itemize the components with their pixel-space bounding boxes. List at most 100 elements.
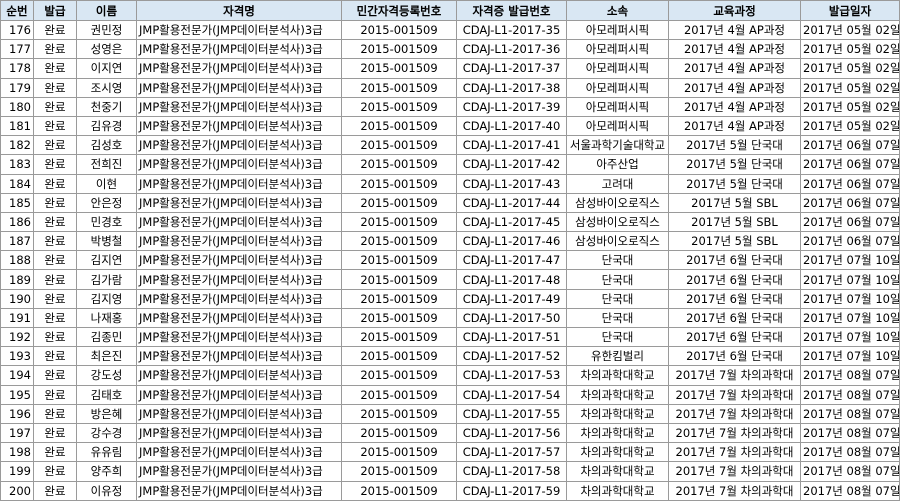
cell-issue-date: 2017년 08월 07일: [800, 480, 900, 501]
cell-affiliation: 단국대: [566, 288, 669, 309]
table-row: 182 완료 김성호 JMP활용전문가(JMP데이터분석사)3급 2015-001509…: [0, 135, 900, 156]
cell-certificate-number: CDAJ-L1-2017-41: [456, 135, 567, 156]
cell-certificate-number: CDAJ-L1-2017-35: [456, 19, 567, 41]
cell-name: 이현: [76, 173, 137, 194]
cell-issue-date: 2017년 08월 07일: [800, 403, 900, 424]
cell-issue-status: 완료: [33, 403, 77, 424]
table-row: 189 완료 김가람 JMP활용전문가(JMP데이터분석사)3급 2015-001509…: [0, 269, 900, 290]
cell-course: 2017년 7월 차의과학대: [668, 461, 801, 482]
cell-certificate-number: CDAJ-L1-2017-55: [456, 403, 567, 424]
cell-certificate-number: CDAJ-L1-2017-56: [456, 422, 567, 444]
cell-issue-date: 2017년 06월 07일: [800, 211, 900, 233]
cell-certificate-number: CDAJ-L1-2017-58: [456, 461, 567, 482]
cell-course: 2017년 7월 차의과학대: [668, 422, 801, 444]
table-row: 193 완료 최은진 JMP활용전문가(JMP데이터분석사)3급 2015-001509…: [0, 346, 900, 367]
cell-registration-number: 2015-001509: [341, 115, 457, 137]
cell-affiliation: 차의과학대학교: [566, 403, 669, 424]
cell-certificate-number: CDAJ-L1-2017-59: [456, 480, 567, 501]
cell-seq: 176: [0, 19, 34, 41]
cell-affiliation: 아모레퍼시픽: [566, 58, 669, 79]
cell-registration-number: 2015-001509: [341, 231, 457, 252]
cell-name: 김유경: [76, 115, 137, 137]
cell-certificate-name: JMP활용전문가(JMP데이터분석사)3급: [136, 269, 342, 290]
cell-certificate-name: JMP활용전문가(JMP데이터분석사)3급: [136, 39, 342, 60]
cell-certificate-name: JMP활용전문가(JMP데이터분석사)3급: [136, 461, 342, 482]
cell-course: 2017년 5월 단국대: [668, 154, 801, 175]
cell-certificate-number: CDAJ-L1-2017-36: [456, 39, 567, 60]
cell-issue-status: 완료: [33, 77, 77, 98]
cell-issue-status: 완료: [33, 269, 77, 290]
cell-seq: 187: [0, 231, 34, 252]
cell-certificate-name: JMP활용전문가(JMP데이터분석사)3급: [136, 19, 342, 41]
cell-registration-number: 2015-001509: [341, 39, 457, 60]
table-row: 200 완료 이유정 JMP활용전문가(JMP데이터분석사)3급 2015-001509…: [0, 480, 900, 501]
cell-issue-date: 2017년 08월 07일: [800, 365, 900, 386]
cell-certificate-name: JMP활용전문가(JMP데이터분석사)3급: [136, 422, 342, 444]
cell-course: 2017년 7월 차의과학대: [668, 365, 801, 386]
cell-affiliation: 아모레퍼시픽: [566, 39, 669, 60]
cell-course: 2017년 5월 단국대: [668, 135, 801, 156]
cell-name: 나재홍: [76, 307, 137, 329]
cell-certificate-name: JMP활용전문가(JMP데이터분석사)3급: [136, 384, 342, 405]
cell-seq: 179: [0, 77, 34, 98]
cell-issue-date: 2017년 07월 10일: [800, 326, 900, 348]
cell-name: 안은정: [76, 192, 137, 213]
cell-affiliation: 단국대: [566, 250, 669, 271]
cell-name: 박병철: [76, 231, 137, 252]
cell-issue-status: 완료: [33, 480, 77, 501]
cell-name: 이유정: [76, 480, 137, 501]
cell-seq: 181: [0, 115, 34, 137]
table-row: 196 완료 방은혜 JMP활용전문가(JMP데이터분석사)3급 2015-001509…: [0, 403, 900, 424]
header-certificate-name: 자격명: [136, 0, 342, 21]
cell-name: 조시영: [76, 77, 137, 98]
cell-issue-date: 2017년 07월 10일: [800, 269, 900, 290]
cell-issue-status: 완료: [33, 211, 77, 233]
header-issue-date: 발급일자: [800, 0, 900, 21]
cell-name: 김가람: [76, 269, 137, 290]
cell-certificate-name: JMP활용전문가(JMP데이터분석사)3급: [136, 480, 342, 501]
cell-issue-status: 완료: [33, 250, 77, 271]
cell-name: 최은진: [76, 346, 137, 367]
cell-issue-status: 완료: [33, 96, 77, 117]
header-seq: 순번: [0, 0, 34, 21]
cell-seq: 195: [0, 384, 34, 405]
cell-course: 2017년 7월 차의과학대: [668, 403, 801, 424]
cell-issue-status: 완료: [33, 192, 77, 213]
cell-issue-date: 2017년 06월 07일: [800, 173, 900, 194]
cell-affiliation: 아모레퍼시픽: [566, 77, 669, 98]
header-certificate-number: 자격증 발급번호: [456, 0, 567, 21]
cell-issue-date: 2017년 05월 02일: [800, 19, 900, 41]
cell-issue-date: 2017년 06월 07일: [800, 192, 900, 213]
cell-seq: 191: [0, 307, 34, 329]
cell-seq: 186: [0, 211, 34, 233]
cell-issue-status: 완료: [33, 422, 77, 444]
cell-seq: 185: [0, 192, 34, 213]
cell-registration-number: 2015-001509: [341, 403, 457, 424]
cell-affiliation: 아주산업: [566, 154, 669, 175]
cell-registration-number: 2015-001509: [341, 173, 457, 194]
cell-affiliation: 단국대: [566, 307, 669, 329]
cell-registration-number: 2015-001509: [341, 442, 457, 463]
cell-certificate-name: JMP활용전문가(JMP데이터분석사)3급: [136, 173, 342, 194]
cell-certificate-name: JMP활용전문가(JMP데이터분석사)3급: [136, 154, 342, 175]
cell-name: 이지연: [76, 58, 137, 79]
cell-certificate-name: JMP활용전문가(JMP데이터분석사)3급: [136, 135, 342, 156]
header-affiliation: 소속: [566, 0, 669, 21]
cell-certificate-name: JMP활용전문가(JMP데이터분석사)3급: [136, 58, 342, 79]
cell-name: 김성호: [76, 135, 137, 156]
cell-issue-date: 2017년 07월 10일: [800, 346, 900, 367]
table-row: 176 완료 권민정 JMP활용전문가(JMP데이터분석사)3급 2015-001509…: [0, 19, 900, 41]
cell-name: 권민정: [76, 19, 137, 41]
cell-seq: 183: [0, 154, 34, 175]
table-row: 186 완료 민경호 JMP활용전문가(JMP데이터분석사)3급 2015-001509…: [0, 211, 900, 233]
header-name: 이름: [76, 0, 137, 21]
table-row: 190 완료 김지영 JMP활용전문가(JMP데이터분석사)3급 2015-001509…: [0, 288, 900, 309]
cell-seq: 199: [0, 461, 34, 482]
cell-course: 2017년 5월 단국대: [668, 173, 801, 194]
cell-registration-number: 2015-001509: [341, 480, 457, 501]
cell-seq: 193: [0, 346, 34, 367]
cell-registration-number: 2015-001509: [341, 192, 457, 213]
cell-issue-date: 2017년 08월 07일: [800, 442, 900, 463]
cell-seq: 182: [0, 135, 34, 156]
cell-issue-status: 완료: [33, 154, 77, 175]
